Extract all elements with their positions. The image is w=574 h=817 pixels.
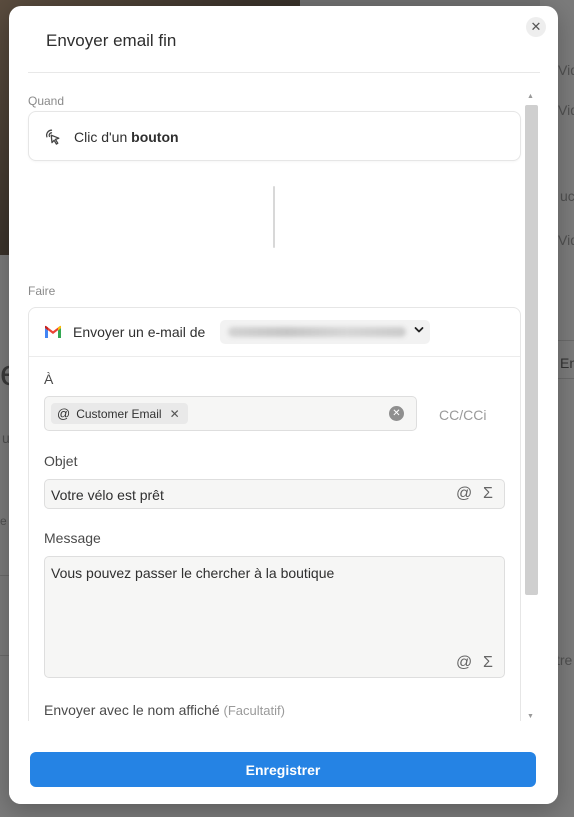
scrollbar[interactable]: ▲ ▼ (524, 93, 538, 721)
chevron-down-icon (414, 327, 424, 333)
optional-hint: (Facultatif) (223, 703, 285, 718)
scroll-down-arrow-icon[interactable]: ▼ (527, 713, 534, 720)
remove-chip-icon[interactable]: ✕ (170, 407, 180, 421)
cc-bcc-link[interactable]: CC/CCi (439, 407, 486, 423)
insert-variable-icon[interactable]: @ (456, 485, 472, 503)
insert-formula-icon[interactable]: Σ (483, 485, 493, 503)
background-text: uc (560, 188, 574, 204)
background-text: Vid (558, 62, 574, 78)
background-text: e (0, 514, 7, 528)
background-text: tre (556, 652, 573, 668)
clear-icon: ✕ (392, 408, 401, 419)
background-text: En (560, 355, 574, 371)
at-icon: @ (57, 406, 71, 421)
dialog-title: Envoyer email fin (46, 31, 177, 50)
background-divider (0, 655, 9, 656)
background-text: Vid (558, 102, 574, 118)
action-label: Envoyer un e-mail de (73, 324, 206, 340)
when-section-label: Quand (28, 94, 65, 108)
action-header: Envoyer un e-mail de (29, 308, 520, 357)
action-card: Envoyer un e-mail de À @ Customer Email … (28, 307, 521, 721)
do-section-label: Faire (28, 284, 56, 298)
display-name-label: Envoyer avec le nom affiché (Facultatif) (44, 702, 285, 718)
message-label: Message (44, 530, 101, 546)
subject-label: Objet (44, 453, 78, 469)
message-value: Vous pouvez passer le chercher à la bout… (51, 565, 335, 581)
insert-formula-icon[interactable]: Σ (483, 654, 493, 672)
clear-recipients-button[interactable]: ✕ (389, 406, 404, 421)
save-button[interactable]: Enregistrer (30, 752, 536, 787)
dialog-body[interactable]: ▲ ▼ Quand Clic d'un bouton Faire Envoyer… (9, 73, 558, 721)
sender-account-select[interactable] (220, 320, 430, 344)
close-button[interactable]: ✕ (526, 17, 546, 37)
message-input[interactable]: Vous pouvez passer le chercher à la bout… (44, 556, 505, 678)
sender-email-redacted (228, 327, 406, 337)
close-icon: ✕ (530, 19, 542, 34)
background-text: Vid (558, 232, 574, 248)
flow-connector (273, 186, 275, 248)
subject-input[interactable]: Votre vélo est prêt @ Σ (44, 479, 505, 509)
dialog-footer: Enregistrer (9, 721, 558, 804)
dialog-header: Envoyer email fin ✕ (9, 6, 558, 73)
trigger-label: Clic d'un bouton (74, 129, 179, 145)
background-divider (0, 575, 9, 576)
subject-value: Votre vélo est prêt (51, 487, 164, 503)
to-label: À (44, 371, 54, 387)
click-pointer-icon (45, 129, 60, 145)
insert-variable-icon[interactable]: @ (456, 654, 472, 672)
send-email-dialog: Envoyer email fin ✕ ▲ ▼ Quand Clic d'un … (9, 6, 558, 804)
trigger-card[interactable]: Clic d'un bouton (28, 111, 521, 161)
recipient-input[interactable]: @ Customer Email ✕ ✕ (44, 396, 417, 431)
recipient-chip[interactable]: @ Customer Email ✕ (51, 403, 188, 424)
gmail-icon (45, 325, 61, 338)
scroll-up-arrow-icon[interactable]: ▲ (527, 93, 534, 100)
recipient-chip-label: Customer Email (76, 406, 162, 421)
scrollbar-thumb[interactable] (525, 105, 538, 595)
